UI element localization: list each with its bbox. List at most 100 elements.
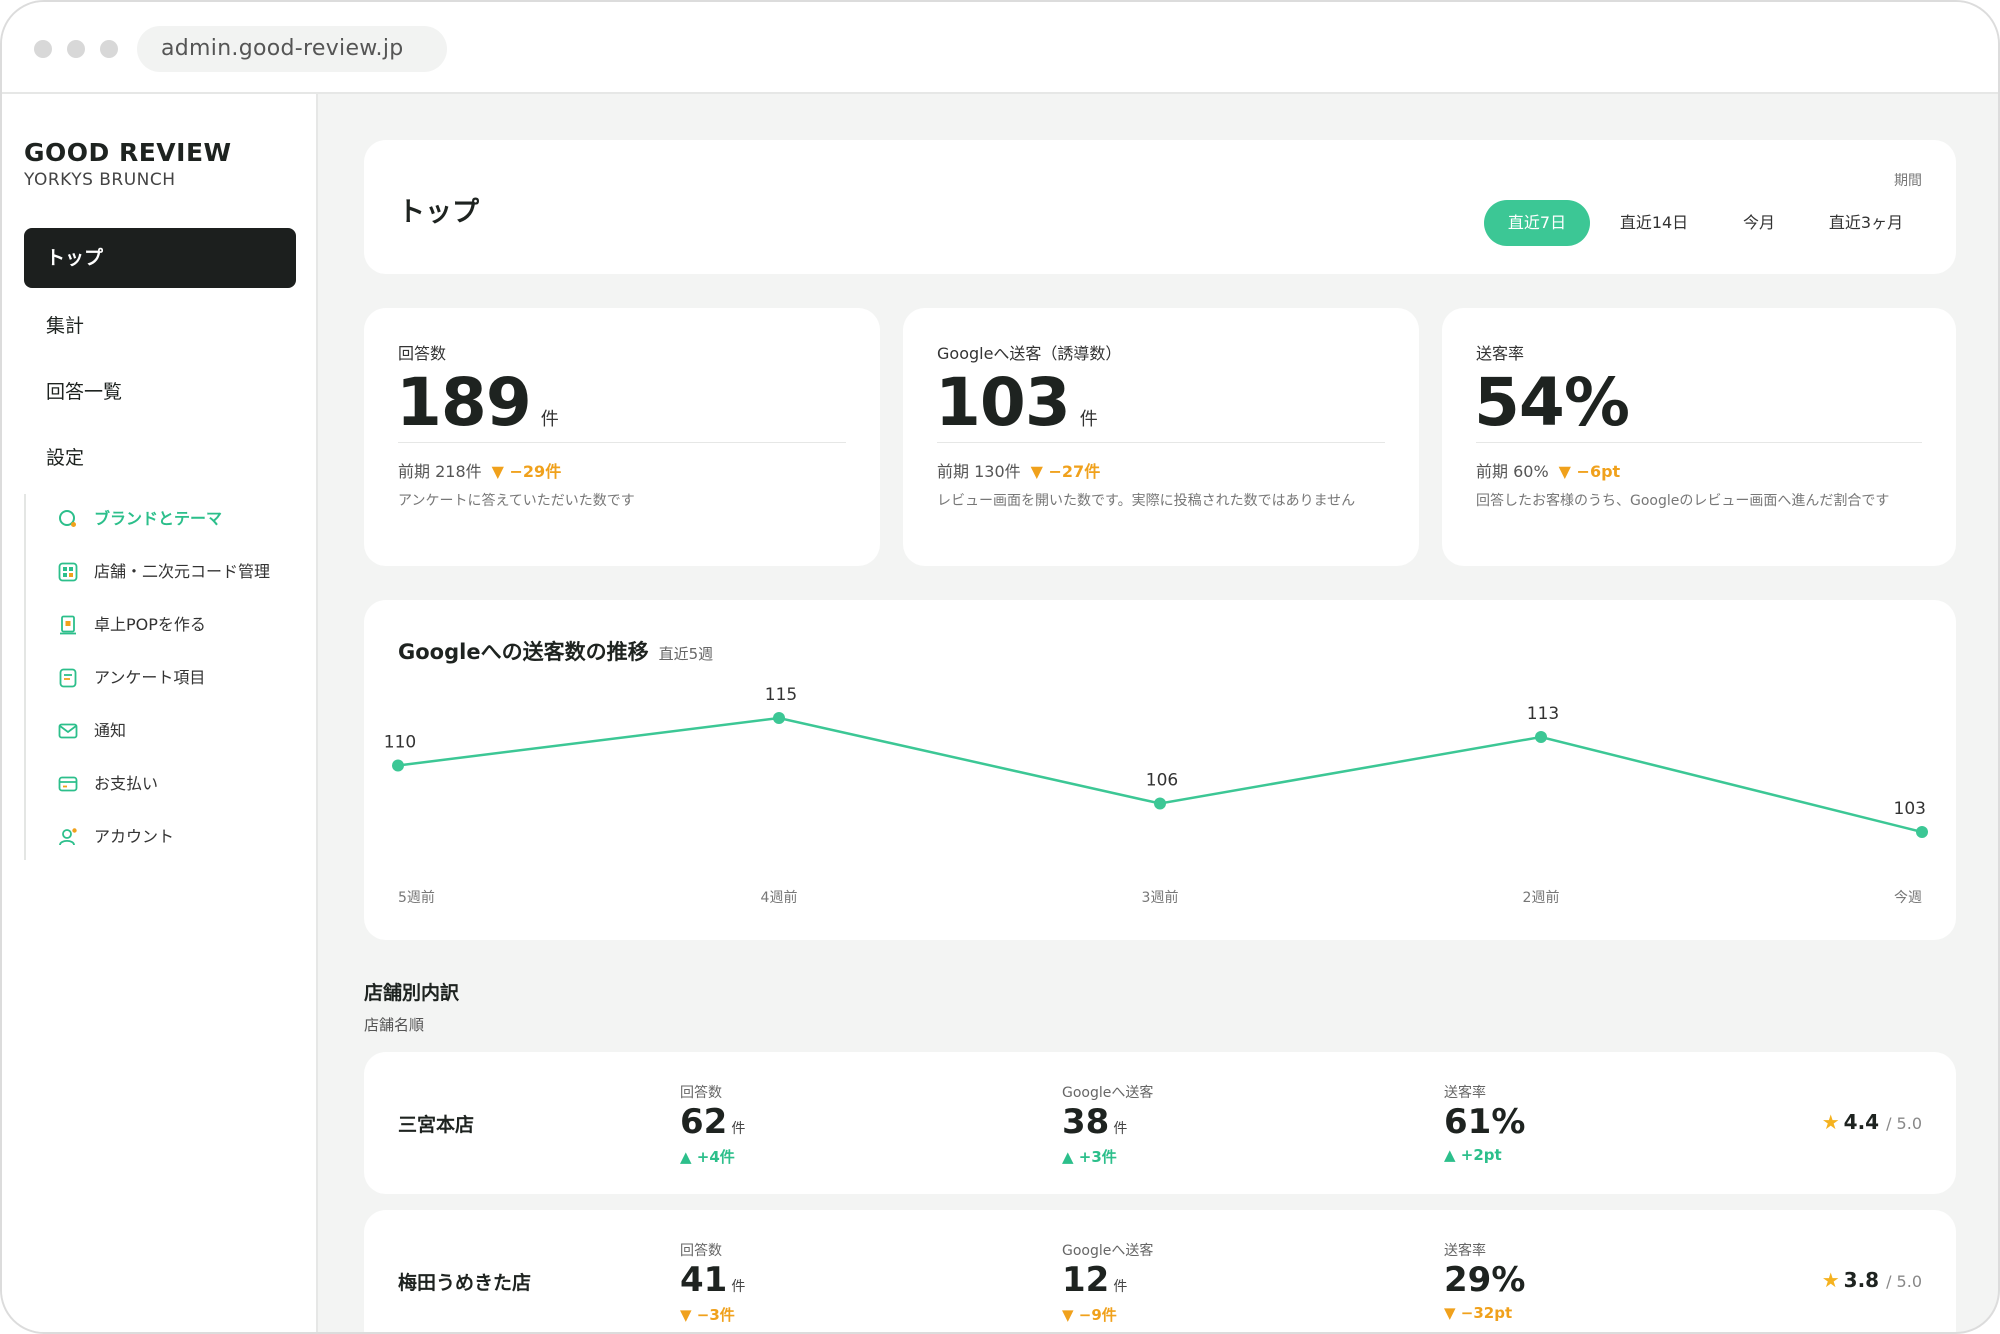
- credit-card-icon: [58, 776, 78, 792]
- metric-delta: ▼ −3件: [680, 1306, 735, 1324]
- settings-item-label: 通知: [94, 721, 127, 740]
- stat-delta: ▼ −27件: [1030, 462, 1101, 481]
- stat-unit: 件: [540, 409, 559, 430]
- period-tab-3months[interactable]: 直近3ヶ月: [1810, 200, 1922, 246]
- settings-item-label: 店舗・二次元コード管理: [94, 562, 271, 581]
- chart-card: Googleへの送客数の推移 直近5週 110 5週前 115 4週前 106 3週前 113…: [364, 600, 1956, 940]
- stat-card-answers: 回答数 189 件 前期 218件 ▼ −29件 アンケートに答えていただいた数です: [364, 308, 880, 566]
- store-name: 梅田うめきた店: [398, 1272, 532, 1294]
- star-icon: ★: [1821, 1110, 1840, 1134]
- stat-label: 回答数: [398, 344, 447, 363]
- data-label: 115: [765, 685, 797, 705]
- browser-titlebar: admin.good-review.jp: [2, 2, 1998, 94]
- metric-delta: ▼ −32pt: [1444, 1304, 1513, 1322]
- stat-value: 189 件: [396, 364, 559, 441]
- x-tick-label: 5週前: [398, 889, 435, 906]
- data-label: 106: [1146, 771, 1178, 791]
- period-tab-this-month[interactable]: 今月: [1716, 200, 1802, 246]
- settings-item-label: アンケート項目: [94, 668, 206, 687]
- section-title: 店舗別内訳: [364, 982, 460, 1004]
- x-tick-label: 3週前: [1142, 889, 1179, 906]
- brand-subtitle: YORKYS BRUNCH: [24, 170, 176, 190]
- stat-previous: 前期 60% ▼ −6pt: [1476, 462, 1621, 481]
- stat-description: レビュー画面を開いた数です。実際に投稿された数ではありません: [937, 493, 1356, 509]
- metric-value: 61%: [1444, 1102, 1526, 1142]
- data-point[interactable]: [392, 759, 404, 772]
- x-tick-label: 2週前: [1523, 889, 1560, 906]
- data-label: 103: [1894, 799, 1926, 819]
- x-tick-label: 今週: [1894, 890, 1922, 906]
- store-rating: ★ 3.8 / 5.0: [1821, 1268, 1922, 1292]
- stat-card-referral-rate: 送客率 54% 前期 60% ▼ −6pt 回答したお客様のうち、Googleのレ…: [1442, 308, 1956, 566]
- window-minimize-dot[interactable]: [67, 40, 85, 58]
- metric-unit: 件: [1113, 1279, 1128, 1295]
- stat-label: 送客率: [1476, 344, 1525, 363]
- metric-delta: ▲ +4件: [680, 1148, 735, 1166]
- metric-unit: 件: [731, 1279, 746, 1295]
- nav-item-top[interactable]: トップ: [24, 228, 296, 288]
- header-card: トップ 期間 直近7日 直近14日 今月 直近3ヶ月: [364, 140, 1956, 274]
- browser-window: admin.good-review.jp GOOD REVIEW YORKYS …: [0, 0, 2000, 1334]
- user-icon: [59, 828, 77, 846]
- stat-value: 103 件: [935, 364, 1098, 441]
- stat-delta: ▼ −6pt: [1558, 462, 1621, 481]
- metric-delta: ▲ +2pt: [1444, 1146, 1502, 1164]
- settings-item-label: お支払い: [94, 774, 159, 793]
- page-title: トップ: [398, 197, 479, 228]
- settings-subnav-line: [24, 494, 26, 860]
- address-bar[interactable]: admin.good-review.jp: [137, 26, 447, 72]
- stat-card-google-referrals: Googleへ送客（誘導数） 103 件 前期 130件 ▼ −27件 レビュー画面…: [903, 308, 1419, 566]
- metric-label: 送客率: [1444, 1243, 1486, 1259]
- mail-icon: [58, 723, 78, 739]
- store-name: 三宮本店: [398, 1114, 475, 1136]
- divider: [1476, 442, 1922, 443]
- store-row[interactable]: 梅田うめきた店 回答数 41 件 ▼ −3件 Googleへ送客 12 件 ▼ −9…: [364, 1210, 1956, 1332]
- sort-label[interactable]: 店舗名順: [364, 1014, 424, 1035]
- settings-item-label: ブランドとテーマ: [94, 509, 223, 528]
- settings-item-label: アカウント: [94, 827, 175, 846]
- stat-previous: 前期 130件 ▼ −27件: [937, 462, 1101, 481]
- data-point[interactable]: [1154, 797, 1166, 810]
- data-label: 110: [384, 733, 416, 753]
- metric-label: Googleへ送客: [1062, 1243, 1154, 1259]
- data-point[interactable]: [1916, 826, 1928, 838]
- window-zoom-dot[interactable]: [100, 40, 118, 58]
- metric-value: 29%: [1444, 1260, 1526, 1300]
- survey-icon: [59, 668, 77, 688]
- window-close-dot[interactable]: [34, 40, 52, 58]
- divider: [398, 442, 846, 443]
- data-label: 113: [1527, 704, 1559, 724]
- store-rating: ★ 4.4 / 5.0: [1821, 1110, 1922, 1134]
- palette-icon: [59, 510, 76, 527]
- nav-item-summary[interactable]: 集計: [24, 296, 296, 356]
- stat-previous: 前期 218件 ▼ −29件: [398, 462, 562, 481]
- stat-delta: ▼ −29件: [491, 462, 562, 481]
- data-point[interactable]: [773, 712, 785, 724]
- metric-value: 41 件: [680, 1260, 746, 1300]
- nav-item-settings[interactable]: 設定: [24, 428, 296, 488]
- data-point[interactable]: [1535, 731, 1547, 743]
- period-tab-7days[interactable]: 直近7日: [1484, 200, 1590, 246]
- sidebar: GOOD REVIEW YORKYS BRUNCH トップ 集計 回答一覧 設定…: [2, 94, 318, 1332]
- metric-label: 回答数: [680, 1085, 722, 1101]
- stat-value: 54%: [1474, 364, 1630, 441]
- metric-unit: 件: [1113, 1121, 1128, 1137]
- metric-label: 送客率: [1444, 1085, 1486, 1101]
- period-label: 期間: [1894, 173, 1922, 189]
- metric-unit: 件: [731, 1121, 746, 1137]
- metric-label: 回答数: [680, 1243, 722, 1259]
- pop-stand-icon: [60, 615, 76, 635]
- qr-code-icon: [58, 562, 78, 582]
- nav-item-responses[interactable]: 回答一覧: [24, 362, 296, 422]
- metric-delta: ▲ +3件: [1062, 1148, 1117, 1166]
- metric-label: Googleへ送客: [1062, 1085, 1154, 1101]
- line-chart: 110 5週前 115 4週前 106 3週前 113 2週前 103 今週: [384, 685, 1928, 906]
- metric-value: 12 件: [1062, 1260, 1128, 1300]
- metric-value: 62 件: [680, 1102, 746, 1142]
- period-tab-14days[interactable]: 直近14日: [1600, 200, 1708, 246]
- stat-unit: 件: [1079, 409, 1098, 430]
- star-icon: ★: [1821, 1268, 1840, 1292]
- store-row[interactable]: 三宮本店 回答数 62 件 ▲ +4件 Googleへ送客 38 件 ▲ +3件 送…: [364, 1052, 1956, 1194]
- stat-description: アンケートに答えていただいた数です: [398, 493, 635, 509]
- metric-delta: ▼ −9件: [1062, 1306, 1117, 1324]
